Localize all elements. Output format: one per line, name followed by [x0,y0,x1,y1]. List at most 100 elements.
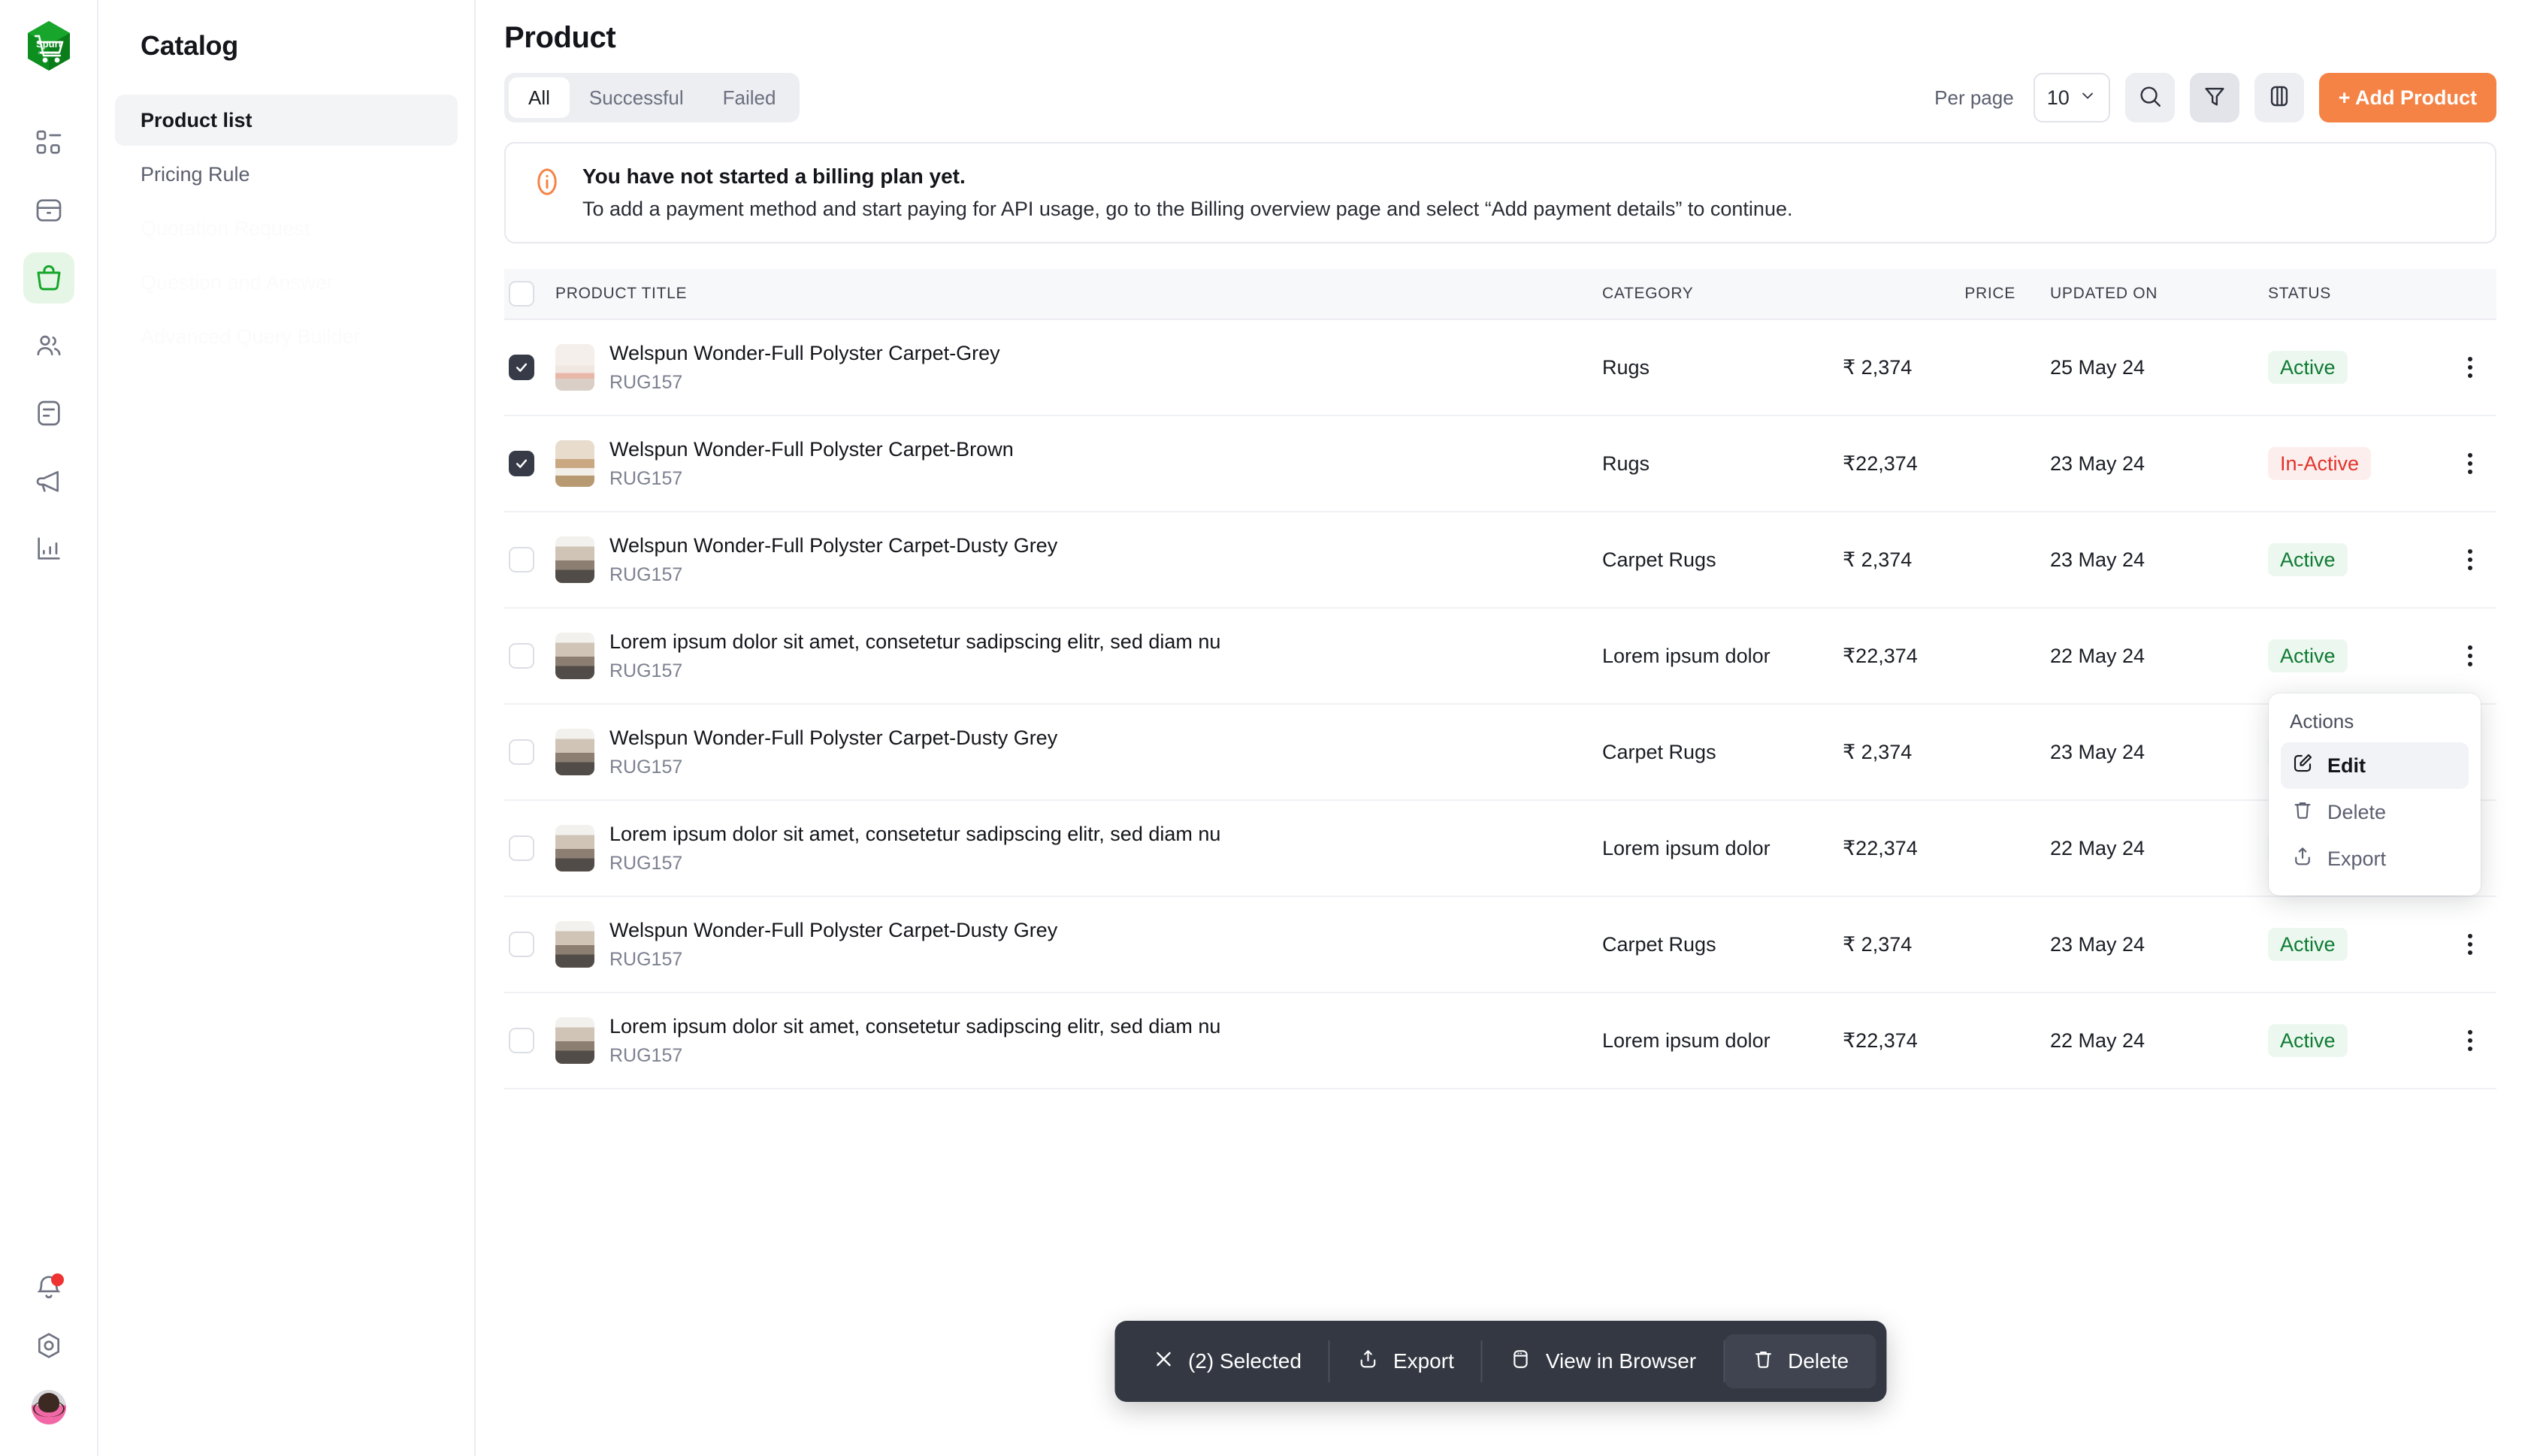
settings-button[interactable] [34,1331,64,1364]
row-actions-button[interactable] [2444,357,2496,378]
rail-item-dashboard[interactable] [23,117,74,168]
rail-item-analytics[interactable] [23,523,74,574]
product-price: ₹ 2,374 [1843,548,1913,571]
row-checkbox[interactable] [509,451,534,476]
status-badge: Active [2268,928,2348,961]
trash-icon [1752,1348,1774,1376]
tab-failed[interactable]: Failed [703,77,796,118]
menu-item-edit[interactable]: Edit [2281,742,2469,789]
product-title: Lorem ipsum dolor sit amet, consetetur s… [609,822,1221,845]
product-updated-on: 23 May 24 [2050,932,2145,956]
row-checkbox[interactable] [509,739,534,765]
table-row[interactable]: Lorem ipsum dolor sit amet, consetetur s… [504,801,2496,897]
rail-item-catalog[interactable] [23,252,74,304]
row-checkbox[interactable] [509,835,534,861]
product-thumbnail [555,440,594,487]
rail-item-content[interactable] [23,388,74,439]
notifications-button[interactable] [32,1272,65,1305]
columns-button[interactable] [2254,73,2304,122]
product-sku: RUG157 [609,371,683,393]
product-price: ₹22,374 [1843,452,1918,475]
rail-item-orders[interactable] [23,185,74,236]
row-actions-button[interactable] [2444,549,2496,570]
menu-item-label: Export [2327,847,2387,870]
row-actions-button[interactable] [2444,453,2496,474]
actions-menu-title: Actions [2290,710,2354,733]
menu-item-delete[interactable]: Delete [2281,789,2469,835]
chevron-down-icon [2079,86,2097,110]
chart-icon [34,533,64,563]
column-header-price[interactable]: PRICE [1843,285,2015,303]
catalog-item-label: Pricing Rule [141,162,250,186]
table-row[interactable]: Lorem ipsum dolor sit amet, consetetur s… [504,993,2496,1089]
add-product-button[interactable]: + Add Product [2318,73,2496,122]
row-checkbox[interactable] [509,932,534,957]
table-row[interactable]: Welspun Wonder-Full Polyster Carpet-Dust… [504,897,2496,993]
catalog-item-quotation-request[interactable]: Quotation Request [115,203,458,254]
table-row[interactable]: Lorem ipsum dolor sit amet, consetetur s… [504,609,2496,705]
product-updated-on: 23 May 24 [2050,452,2145,475]
per-page-label: Per page [1934,86,2014,109]
product-updated-on: 23 May 24 [2050,548,2145,571]
bulk-delete-button[interactable]: Delete [1725,1334,1876,1388]
product-updated-on: 23 May 24 [2050,740,2145,763]
bulk-action-label: Delete [1788,1349,1849,1373]
catalog-item-pricing-rule[interactable]: Pricing Rule [115,149,458,200]
export-icon [1357,1348,1380,1376]
table-row[interactable]: Welspun Wonder-Full Polyster Carpet-Dust… [504,705,2496,801]
table-row[interactable]: Welspun Wonder-Full Polyster Carpet-Brow… [504,416,2496,512]
per-page-select[interactable]: 10 [2033,73,2110,122]
row-checkbox[interactable] [509,643,534,669]
row-actions-button[interactable] [2444,934,2496,955]
note-icon [34,398,64,428]
column-header-updated-on[interactable]: UPDATED ON [2015,285,2241,303]
view-in-browser-button[interactable]: View in Browser [1483,1334,1723,1388]
column-header-category[interactable]: CATEGORY [1602,285,1843,303]
product-updated-on: 22 May 24 [2050,836,2145,859]
basket-icon [33,262,65,294]
select-all-checkbox[interactable] [509,281,534,307]
product-sku: RUG157 [609,756,683,778]
tab-successful[interactable]: Successful [570,77,703,118]
catalog-item-advanced-query-builder[interactable]: Advanced Query Builder [115,311,458,362]
catalog-item-question-and-answer[interactable]: Question and Answer [115,257,458,308]
bulk-export-button[interactable]: Export [1330,1334,1481,1388]
product-thumbnail [555,1017,594,1064]
filter-button[interactable] [2189,73,2239,122]
column-header-status[interactable]: STATUS [2241,285,2444,303]
column-header-product-title[interactable]: PRODUCT TITLE [555,285,1602,303]
logo-subtext: commerce [38,51,59,56]
search-icon [2137,83,2163,113]
tab-all[interactable]: All [509,77,570,118]
product-category: Lorem ipsum dolor [1602,1029,1771,1052]
catalog-item-product-list[interactable]: Product list [115,95,458,146]
product-updated-on: 22 May 24 [2050,644,2145,667]
banner-title: You have not started a billing plan yet. [582,165,966,188]
per-page-value: 10 [2046,86,2070,109]
row-checkbox[interactable] [509,547,534,572]
catalog-nav: Product list Pricing Rule Quotation Requ… [115,95,458,362]
spurt-commerce-logo[interactable]: Spurt commerce [26,20,72,72]
product-thumbnail [555,825,594,871]
rail-item-marketing[interactable] [23,455,74,506]
table-body: Welspun Wonder-Full Polyster Carpet-Grey… [504,320,2496,1089]
row-checkbox[interactable] [509,1028,534,1053]
table-row[interactable]: Welspun Wonder-Full Polyster Carpet-Dust… [504,512,2496,609]
rail-item-customers[interactable] [23,320,74,371]
table-header-row: PRODUCT TITLE CATEGORY PRICE UPDATED ON … [504,269,2496,320]
status-badge: Active [2268,351,2348,384]
catalog-title: Catalog [141,30,238,61]
product-updated-on: 25 May 24 [2050,355,2145,379]
menu-item-export[interactable]: Export [2281,835,2469,882]
search-button[interactable] [2124,73,2175,122]
catalog-item-label: Advanced Query Builder [141,325,361,348]
table-row[interactable]: Welspun Wonder-Full Polyster Carpet-Grey… [504,320,2496,416]
row-actions-button[interactable] [2444,645,2496,666]
row-actions-button[interactable] [2444,1030,2496,1051]
row-checkbox[interactable] [509,355,534,380]
clear-selection-button[interactable]: (2) Selected [1125,1334,1329,1388]
product-title: Lorem ipsum dolor sit amet, consetetur s… [609,630,1221,653]
page-title: Product [504,21,616,54]
avatar[interactable] [31,1390,66,1424]
app-root: Spurt commerce Catalog Product list Pric… [0,0,2525,1456]
